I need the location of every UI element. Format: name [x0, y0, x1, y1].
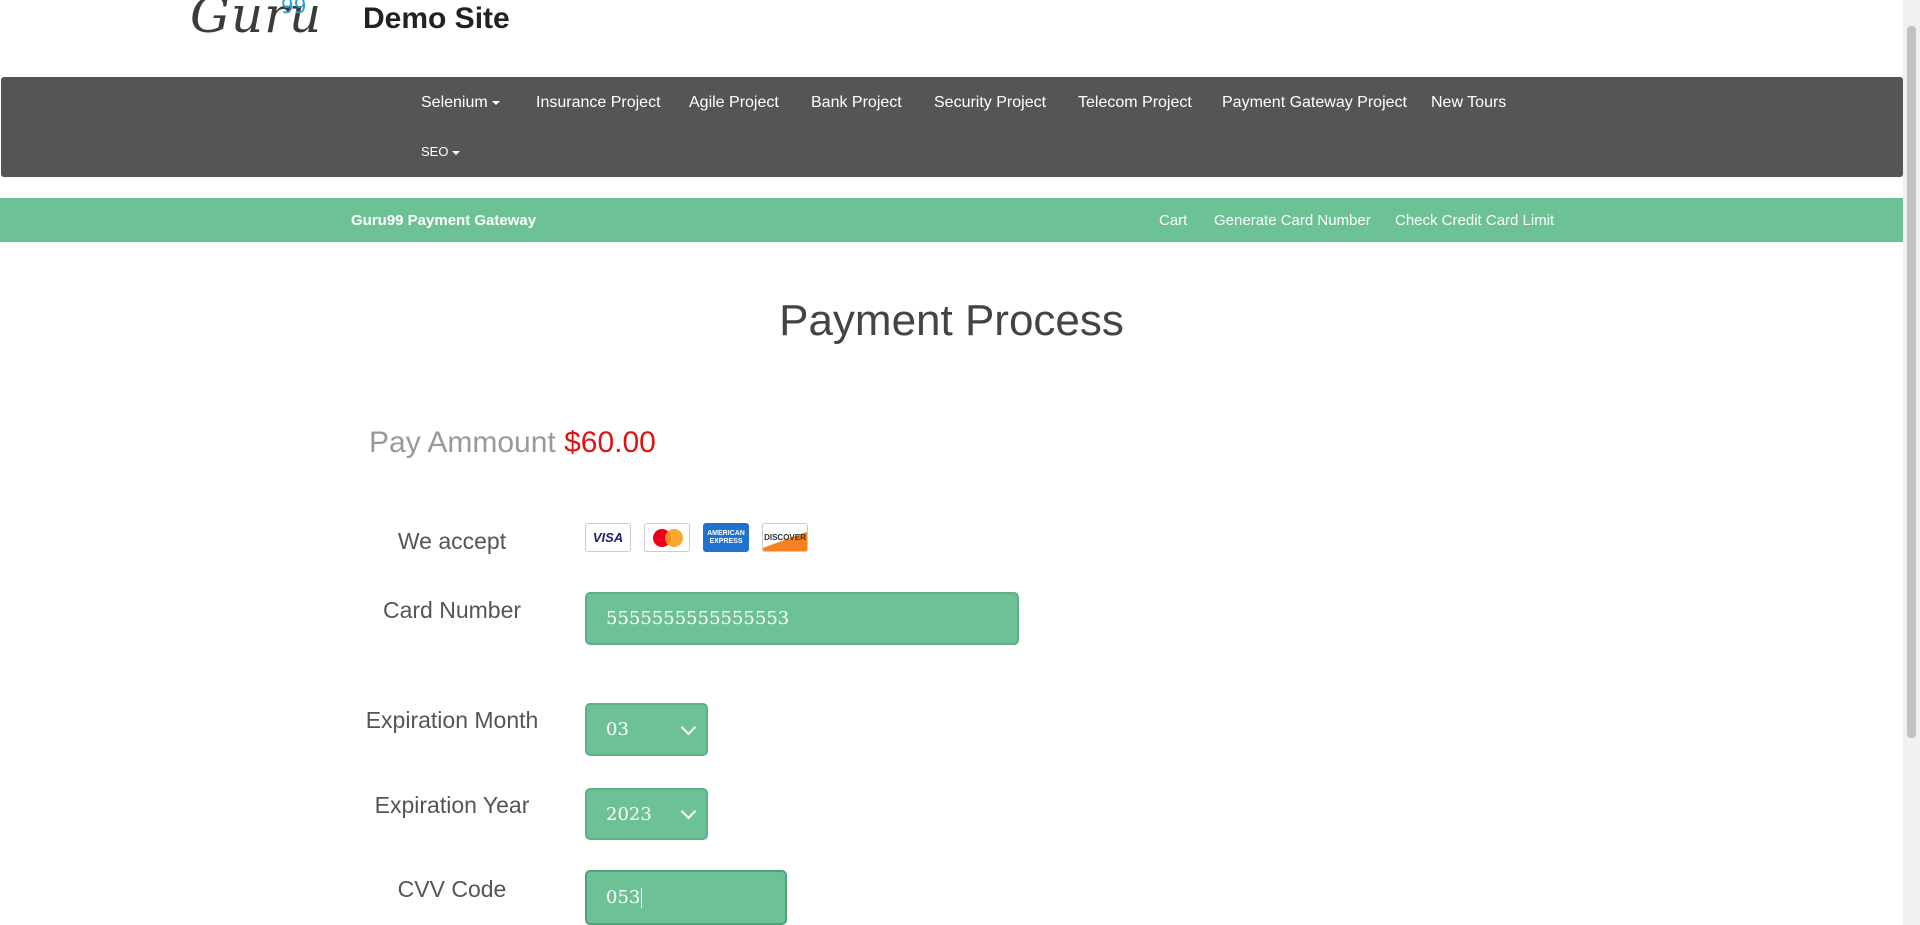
check-credit-card-limit-link[interactable]: Check Credit Card Limit [1395, 212, 1554, 229]
expiration-month-value: 03 [606, 719, 629, 740]
pay-amount-label: Pay Ammount [369, 426, 556, 459]
nav-item-seo[interactable]: SEO [421, 144, 461, 159]
card-number-label: Card Number [382, 597, 522, 623]
discover-card-icon: DISCOVER [762, 523, 808, 552]
nav-item-agile-project[interactable]: Agile Project [689, 94, 779, 112]
card-number-input[interactable]: 5555555555555553 [585, 592, 1019, 645]
nav-item-payment-gateway-project[interactable]: Payment Gateway Project [1222, 94, 1407, 112]
chevron-down-icon [680, 803, 697, 820]
expiration-year-value: 2023 [606, 803, 652, 825]
gateway-brand-link[interactable]: Guru99 Payment Gateway [351, 212, 536, 229]
nav-item-insurance-project[interactable]: Insurance Project [536, 94, 661, 112]
scrollbar-thumb[interactable] [1907, 26, 1916, 738]
accepted-cards: VISA AMERICAN EXPRESS DISCOVER [585, 523, 808, 552]
caret-down-icon [491, 100, 500, 105]
card-number-value: 5555555555555553 [606, 608, 790, 629]
nav-item-label: Selenium [421, 94, 488, 111]
visa-card-icon: VISA [585, 523, 631, 552]
nav-item-new-tours[interactable]: New Tours [1431, 94, 1506, 112]
pay-amount-value: $60.00 [564, 426, 656, 459]
text-cursor [641, 887, 643, 908]
nav-item-selenium[interactable]: Selenium [421, 94, 500, 112]
pay-amount: Pay Ammount $60.00 [369, 426, 656, 460]
payment-gateway-bar: Guru99 Payment Gateway Cart Generate Car… [0, 198, 1903, 242]
cvv-value: 053 [606, 887, 641, 908]
vertical-scrollbar[interactable] [1903, 0, 1920, 925]
nav-item-label: SEO [421, 144, 449, 159]
mastercard-card-icon [644, 523, 690, 552]
page-title: Payment Process [779, 296, 1124, 345]
logo-superscript: 99 [281, 0, 307, 18]
cvv-input[interactable]: 053 [585, 870, 787, 925]
expiration-month-select[interactable]: 03 [585, 703, 708, 756]
caret-down-icon [452, 150, 461, 155]
nav-item-bank-project[interactable]: Bank Project [811, 94, 902, 112]
we-accept-label: We accept [397, 528, 507, 554]
generate-card-number-link[interactable]: Generate Card Number [1214, 212, 1371, 229]
expiration-year-select[interactable]: 2023 [585, 788, 708, 840]
amex-card-icon: AMERICAN EXPRESS [703, 523, 749, 552]
expiration-year-label: Expiration Year [374, 792, 530, 818]
cart-link[interactable]: Cart [1159, 212, 1187, 229]
expiration-month-label: Expiration Month [365, 707, 539, 733]
nav-item-telecom-project[interactable]: Telecom Project [1078, 94, 1192, 112]
site-header: Guru 99 Demo Site [0, 0, 1903, 76]
mastercard-orange-circle [665, 529, 683, 547]
cvv-code-label: CVV Code [397, 876, 507, 902]
nav-item-security-project[interactable]: Security Project [934, 94, 1046, 112]
main-nav: Selenium Insurance Project Agile Project… [1, 77, 1903, 177]
site-title: Demo Site [363, 2, 510, 35]
chevron-down-icon [680, 719, 697, 735]
